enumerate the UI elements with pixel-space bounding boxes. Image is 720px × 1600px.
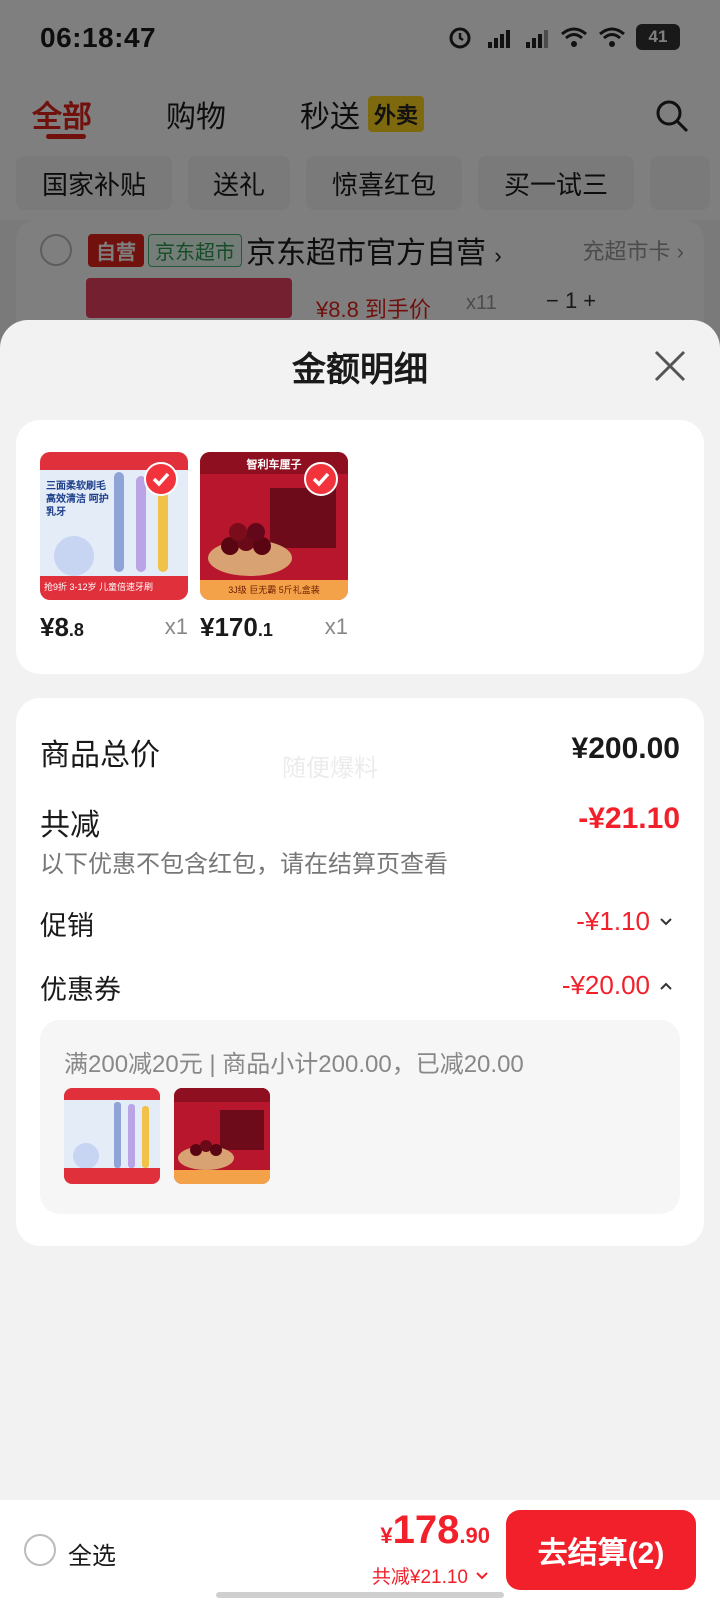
product-image-caption: 三面柔软刷毛 高效清洁 呵护乳牙 — [46, 481, 109, 518]
total-price-value: ¥200.00 — [571, 732, 680, 765]
promotion-label: 促销 — [40, 911, 94, 941]
total-amount[interactable]: ¥178.90 共减¥21.10 — [372, 1508, 490, 1589]
total-currency: ¥ — [380, 1523, 393, 1548]
chevron-up-icon — [660, 982, 672, 990]
product-image-toothbrush: 三面柔软刷毛 高效清洁 呵护乳牙 抢9折 3-12岁 儿童倍速牙刷 — [40, 452, 188, 600]
discount-label: 共减 — [40, 809, 100, 842]
total-discount: 共减¥21.10 — [372, 1562, 490, 1589]
checkmark-icon — [304, 462, 338, 496]
select-all-label[interactable]: 全选 — [68, 1536, 116, 1571]
discount-note: 以下优惠不包含红包，请在结算页查看 — [40, 851, 448, 878]
total-discount-label: 共减¥21.10 — [371, 1567, 468, 1588]
select-all-radio[interactable] — [24, 1534, 56, 1566]
product-item[interactable]: 智利车厘子 3J级 巨无霸 5斤礼盒装 ¥170.1 x1 — [200, 452, 348, 642]
promotion-toggle[interactable]: -¥1.10 — [576, 906, 674, 937]
product-price-dec: .1 — [257, 620, 273, 640]
total-price: ¥178.90 — [372, 1508, 490, 1558]
product-qty: x1 — [324, 614, 348, 639]
total-price-label: 商品总价 — [40, 739, 160, 772]
coupon-detail-box: 满200减20元 | 商品小计200.00，已减20.00 — [40, 1020, 680, 1214]
product-item[interactable]: 三面柔软刷毛 高效清洁 呵护乳牙 抢9折 3-12岁 儿童倍速牙刷 ¥8.8 x… — [40, 452, 188, 642]
product-price: ¥8.8 — [40, 612, 84, 643]
total-dec: .90 — [459, 1523, 490, 1548]
amount-detail-sheet: 金额明细 三面柔软刷毛 高效清洁 呵护乳牙 抢9折 3-12岁 儿童倍速牙刷 ¥… — [0, 320, 720, 1500]
total-int: 178 — [392, 1508, 460, 1552]
promotion-value: -¥1.10 — [576, 906, 650, 936]
coupon-label: 优惠券 — [40, 975, 121, 1005]
coupon-toggle[interactable]: -¥20.00 — [562, 970, 674, 1001]
checkmark-icon — [144, 462, 178, 496]
price-detail-card: 随便爆料 商品总价 ¥200.00 共减 -¥21.10 以下优惠不包含红包，请… — [16, 698, 704, 1246]
product-price-dec: .8 — [68, 620, 84, 640]
chevron-down-icon — [476, 1571, 488, 1579]
checkout-bar: 全选 ¥178.90 共减¥21.10 去结算(2) — [0, 1500, 720, 1600]
watermark: 随便爆料 — [282, 755, 378, 782]
product-qty: x1 — [164, 614, 188, 639]
close-icon[interactable] — [650, 346, 690, 386]
chevron-down-icon — [660, 917, 672, 925]
product-price-int: ¥170 — [200, 612, 258, 642]
product-price-int: ¥8 — [40, 612, 69, 642]
coupon-product-thumbnail — [174, 1088, 270, 1184]
product-image-footer: 3J级 巨无霸 5斤礼盒装 — [228, 585, 320, 595]
product-image-cherries: 智利车厘子 3J级 巨无霸 5斤礼盒装 — [200, 452, 348, 600]
discount-value: -¥21.10 — [578, 802, 680, 835]
coupon-description: 满200减20元 | 商品小计200.00，已减20.00 — [64, 1051, 524, 1078]
product-image-footer: 抢9折 3-12岁 儿童倍速牙刷 — [44, 582, 154, 592]
selected-products-card: 三面柔软刷毛 高效清洁 呵护乳牙 抢9折 3-12岁 儿童倍速牙刷 ¥8.8 x… — [16, 420, 704, 674]
coupon-value: -¥20.00 — [561, 970, 650, 1000]
home-indicator — [216, 1592, 504, 1598]
product-price: ¥170.1 — [200, 612, 273, 643]
sheet-title: 金额明细 — [292, 351, 428, 389]
checkout-button[interactable]: 去结算(2) — [506, 1510, 696, 1590]
coupon-product-thumbnail — [64, 1088, 160, 1184]
